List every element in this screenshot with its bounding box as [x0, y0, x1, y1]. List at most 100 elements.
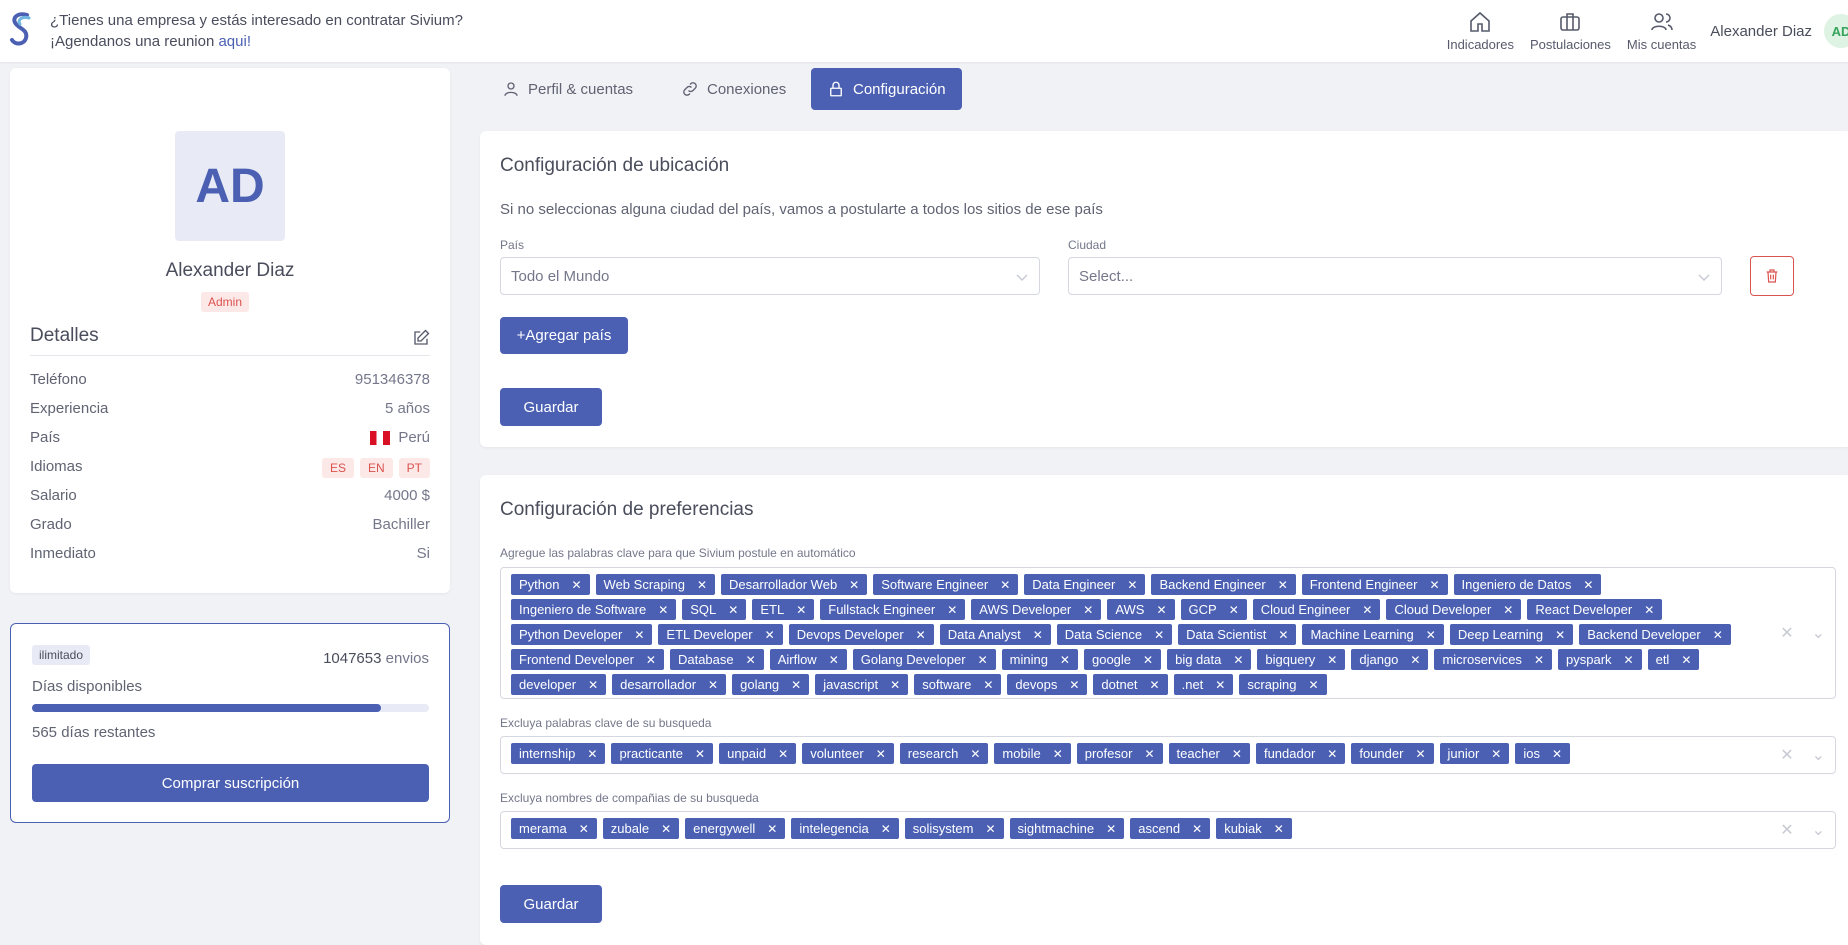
remove-tag-icon[interactable]: ✕ [646, 653, 656, 667]
remove-tag-icon[interactable]: ✕ [970, 747, 980, 761]
remove-tag-icon[interactable]: ✕ [587, 747, 597, 761]
remove-tag-icon[interactable]: ✕ [1429, 578, 1439, 592]
exclude-companies-multiselect[interactable]: merama ✕ zubale ✕ energywell ✕ intelegencia ✕ so… [500, 811, 1836, 849]
remove-tag-icon[interactable]: ✕ [985, 822, 995, 836]
remove-tag-icon[interactable]: ✕ [1278, 628, 1288, 642]
remove-tag-icon[interactable]: ✕ [1144, 747, 1154, 761]
remove-tag-icon[interactable]: ✕ [881, 822, 891, 836]
remove-tag-icon[interactable]: ✕ [947, 603, 957, 617]
remove-tag-icon[interactable]: ✕ [579, 822, 589, 836]
remove-tag-icon[interactable]: ✕ [778, 747, 788, 761]
remove-tag-icon[interactable]: ✕ [746, 653, 756, 667]
tag-label: Devops Developer [796, 627, 904, 642]
chevron-down-icon[interactable]: ⌄ [1812, 820, 1825, 840]
remove-tag-icon[interactable]: ✕ [796, 603, 806, 617]
delete-location-button[interactable] [1750, 256, 1794, 296]
remove-tag-icon[interactable]: ✕ [1274, 822, 1284, 836]
remove-tag-icon[interactable]: ✕ [1362, 603, 1372, 617]
remove-tag-icon[interactable]: ✕ [1624, 653, 1634, 667]
remove-tag-icon[interactable]: ✕ [1327, 747, 1337, 761]
clear-all-icon[interactable]: ✕ [1780, 745, 1793, 765]
chevron-down-icon[interactable]: ⌄ [1812, 745, 1825, 765]
remove-tag-icon[interactable]: ✕ [695, 747, 705, 761]
tab-configuracion[interactable]: Configuración [811, 68, 962, 110]
sivium-logo[interactable] [8, 10, 34, 48]
remove-tag-icon[interactable]: ✕ [588, 678, 598, 692]
remove-tag-icon[interactable]: ✕ [983, 678, 993, 692]
remove-tag-icon[interactable]: ✕ [890, 678, 900, 692]
remove-tag-icon[interactable]: ✕ [1491, 747, 1501, 761]
remove-tag-icon[interactable]: ✕ [916, 628, 926, 642]
remove-tag-icon[interactable]: ✕ [1552, 747, 1562, 761]
remove-tag-icon[interactable]: ✕ [1000, 578, 1010, 592]
edit-icon[interactable] [412, 329, 430, 347]
remove-tag-icon[interactable]: ✕ [1215, 678, 1225, 692]
remove-tag-icon[interactable]: ✕ [661, 822, 671, 836]
remove-tag-icon[interactable]: ✕ [1053, 747, 1063, 761]
clear-all-icon[interactable]: ✕ [1780, 623, 1793, 643]
remove-tag-icon[interactable]: ✕ [1644, 603, 1654, 617]
remove-tag-icon[interactable]: ✕ [1555, 628, 1565, 642]
nav-indicadores[interactable]: Indicadores [1447, 10, 1514, 52]
remove-tag-icon[interactable]: ✕ [708, 678, 718, 692]
remove-tag-icon[interactable]: ✕ [1229, 603, 1239, 617]
remove-tag-icon[interactable]: ✕ [1106, 822, 1116, 836]
tag-label: Backend Engineer [1159, 577, 1266, 592]
country-select[interactable]: Todo el Mundo [500, 257, 1040, 295]
tag-chip: Python ✕ [511, 574, 590, 595]
remove-tag-icon[interactable]: ✕ [1681, 653, 1691, 667]
clear-all-icon[interactable]: ✕ [1780, 820, 1793, 840]
nav-postulaciones[interactable]: Postulaciones [1530, 10, 1611, 52]
remove-tag-icon[interactable]: ✕ [849, 578, 859, 592]
remove-tag-icon[interactable]: ✕ [1127, 578, 1137, 592]
city-select[interactable]: Select... [1068, 257, 1722, 295]
buy-subscription-button[interactable]: Comprar suscripción [32, 764, 429, 802]
remove-tag-icon[interactable]: ✕ [1410, 653, 1420, 667]
remove-tag-icon[interactable]: ✕ [1415, 747, 1425, 761]
remove-tag-icon[interactable]: ✕ [1309, 678, 1319, 692]
nav-mis-cuentas[interactable]: Mis cuentas [1627, 10, 1696, 52]
remove-tag-icon[interactable]: ✕ [1232, 747, 1242, 761]
days-progress-fill [32, 704, 382, 712]
remove-tag-icon[interactable]: ✕ [1156, 603, 1166, 617]
header-user-name[interactable]: Alexander Diaz [1710, 23, 1812, 40]
exclude-keywords-multiselect[interactable]: internship ✕ practicante ✕ unpaid ✕ volunteer ✕… [500, 736, 1836, 774]
remove-tag-icon[interactable]: ✕ [876, 747, 886, 761]
remove-tag-icon[interactable]: ✕ [1713, 628, 1723, 642]
remove-tag-icon[interactable]: ✕ [1069, 678, 1079, 692]
remove-tag-icon[interactable]: ✕ [1278, 578, 1288, 592]
remove-tag-icon[interactable]: ✕ [791, 678, 801, 692]
remove-tag-icon[interactable]: ✕ [1426, 628, 1436, 642]
save-preferences-button[interactable]: Guardar [500, 885, 602, 923]
schedule-meeting-link[interactable]: aqui! [218, 33, 251, 50]
remove-tag-icon[interactable]: ✕ [1327, 653, 1337, 667]
remove-tag-icon[interactable]: ✕ [1083, 603, 1093, 617]
header-avatar[interactable]: AD [1824, 14, 1848, 48]
remove-tag-icon[interactable]: ✕ [1150, 678, 1160, 692]
remove-tag-icon[interactable]: ✕ [1233, 653, 1243, 667]
add-country-button[interactable]: +Agregar país [500, 317, 628, 354]
remove-tag-icon[interactable]: ✕ [1033, 628, 1043, 642]
tab-perfil-cuentas[interactable]: Perfil & cuentas [486, 68, 649, 110]
chevron-down-icon[interactable]: ⌄ [1812, 623, 1825, 643]
remove-tag-icon[interactable]: ✕ [978, 653, 988, 667]
save-location-button[interactable]: Guardar [500, 388, 602, 426]
remove-tag-icon[interactable]: ✕ [634, 628, 644, 642]
remove-tag-icon[interactable]: ✕ [728, 603, 738, 617]
remove-tag-icon[interactable]: ✕ [829, 653, 839, 667]
remove-tag-icon[interactable]: ✕ [765, 628, 775, 642]
remove-tag-icon[interactable]: ✕ [1143, 653, 1153, 667]
remove-tag-icon[interactable]: ✕ [1583, 578, 1593, 592]
remove-tag-icon[interactable]: ✕ [1503, 603, 1513, 617]
keywords-multiselect[interactable]: Python ✕ Web Scraping ✕ Desarrollador Web ✕ So… [500, 567, 1836, 699]
remove-tag-icon[interactable]: ✕ [767, 822, 777, 836]
remove-tag-icon[interactable]: ✕ [571, 578, 581, 592]
remove-tag-icon[interactable]: ✕ [658, 603, 668, 617]
remove-tag-icon[interactable]: ✕ [1192, 822, 1202, 836]
remove-tag-icon[interactable]: ✕ [1060, 653, 1070, 667]
remove-tag-icon[interactable]: ✕ [1534, 653, 1544, 667]
remove-tag-icon[interactable]: ✕ [697, 578, 707, 592]
days-remaining: 565 días restantes [32, 724, 156, 741]
remove-tag-icon[interactable]: ✕ [1154, 628, 1164, 642]
tab-conexiones[interactable]: Conexiones [665, 68, 802, 110]
